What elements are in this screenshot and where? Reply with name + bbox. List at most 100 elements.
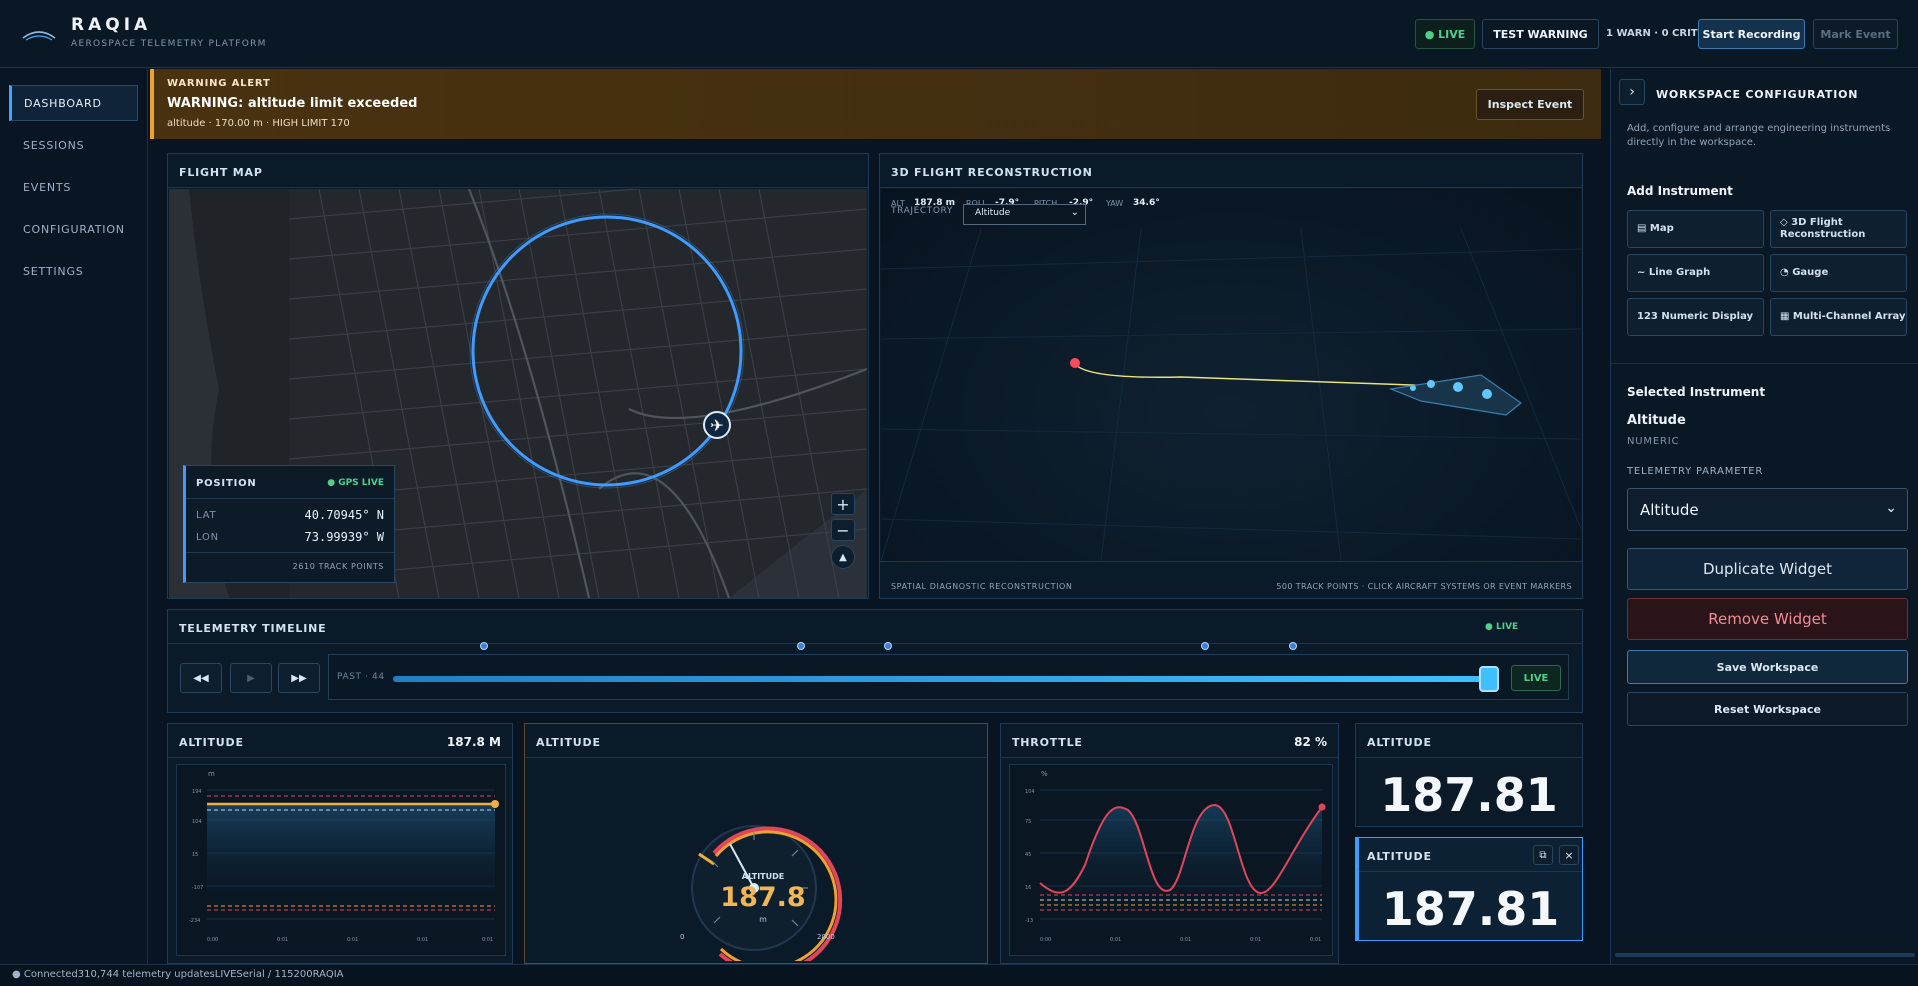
zoom-in-button[interactable]: +: [831, 493, 855, 515]
panel-scrollbar[interactable]: [1615, 953, 1915, 957]
chevron-down-icon: ⌄: [1070, 207, 1079, 218]
lon-value: 73.99939° W: [304, 530, 384, 544]
sidebar-item-sessions[interactable]: SESSIONS: [9, 127, 138, 163]
svg-text:-107: -107: [192, 885, 203, 891]
svg-text:0:00: 0:00: [1040, 937, 1051, 943]
altitude-chart-value: 187.8 M: [446, 735, 501, 749]
app-subtitle: AEROSPACE TELEMETRY PLATFORM: [71, 39, 267, 49]
throttle-chart-widget: THROTTLE 82 % 104 75 45 16 -13 0:00 0:01 0:01 0:…: [1000, 723, 1339, 964]
numeric-widget-2-selected[interactable]: ALTITUDE ⧉ × 187.81: [1355, 837, 1583, 941]
svg-text:0:01: 0:01: [277, 937, 288, 943]
gauge-value: 187.8: [720, 882, 806, 913]
yaw-label: YAW: [1106, 199, 1124, 208]
collapse-panel-button[interactable]: ›: [1619, 79, 1645, 105]
svg-text:0:01: 0:01: [417, 937, 428, 943]
gauge-max: 2000: [817, 933, 835, 941]
timeline-scrubber-handle[interactable]: [1479, 666, 1499, 692]
add-line-graph-button[interactable]: ~ Line Graph: [1627, 254, 1764, 292]
timeline-title: TELEMETRY TIMELINE: [168, 610, 1582, 644]
gauge-unit: m: [759, 915, 767, 924]
telemetry-parameter-select[interactable]: Altitude ⌄: [1627, 488, 1908, 531]
gauge-title: ALTITUDE: [525, 724, 987, 758]
timeline-track[interactable]: [393, 676, 1489, 682]
lon-label: LON: [196, 532, 219, 543]
compass-icon[interactable]: ▲: [831, 545, 855, 569]
sidebar-item-dashboard[interactable]: DASHBOARD: [9, 85, 138, 121]
throttle-chart-unit: %: [1041, 770, 1048, 778]
svg-text:104: 104: [192, 819, 202, 825]
duplicate-icon[interactable]: ⧉: [1533, 845, 1553, 865]
forward-button[interactable]: ▶▶: [278, 663, 320, 693]
reconstruction-canvas[interactable]: [880, 189, 1582, 562]
altitude-gauge-widget: ALTITUDE ALTITUDE 187.8 m 0 2000: [524, 723, 988, 964]
flight-map-title: FLIGHT MAP: [168, 154, 868, 188]
add-multi-channel-array-button[interactable]: ▦ Multi-Channel Array: [1770, 298, 1907, 336]
close-icon[interactable]: ×: [1559, 845, 1579, 865]
selected-instrument-heading: Selected Instrument: [1627, 385, 1766, 399]
numeric-widget-1[interactable]: ALTITUDE 187.81: [1355, 723, 1583, 827]
warn-summary: 1 WARN · 0 CRIT: [1606, 28, 1698, 39]
top-bar: RAQIA AEROSPACE TELEMETRY PLATFORM ● LIV…: [0, 0, 1918, 68]
aircraft-marker-icon[interactable]: ✈: [703, 411, 731, 439]
jump-live-button[interactable]: LIVE: [1511, 665, 1561, 691]
flight-map-panel: FLIGHT MAP ✈ POSITION ● GPS LIVE LAT 40.…: [167, 153, 869, 599]
add-numeric-display-button[interactable]: 123 Numeric Display: [1627, 298, 1764, 336]
trajectory-graphic: [880, 228, 1582, 562]
timeline-event-marker[interactable]: [479, 642, 488, 650]
add-3d-reconstruction-button[interactable]: ◇ 3D Flight Reconstruction: [1770, 210, 1907, 248]
numeric-1-title: ALTITUDE: [1356, 724, 1582, 758]
alert-kicker: WARNING ALERT: [167, 78, 271, 89]
config-description: Add, configure and arrange engineering i…: [1627, 123, 1891, 148]
sidebar-item-settings[interactable]: SETTINGS: [9, 253, 138, 289]
add-map-button[interactable]: ▤ Map: [1627, 210, 1764, 248]
altitude-chart-widget: ALTITUDE 187.8 M 194 104 15 -107 -234 0:00 0:0…: [167, 723, 513, 964]
trajectory-select-value: Altitude: [975, 208, 1011, 218]
duplicate-widget-button[interactable]: Duplicate Widget: [1627, 548, 1908, 590]
map-canvas[interactable]: ✈ POSITION ● GPS LIVE LAT 40.70945° N LO…: [169, 189, 867, 598]
trajectory-select[interactable]: Altitude ⌄: [963, 204, 1086, 225]
svg-text:194: 194: [192, 789, 202, 795]
save-workspace-button[interactable]: Save Workspace: [1627, 650, 1908, 684]
sidebar-item-configuration[interactable]: CONFIGURATION: [9, 211, 138, 247]
svg-text:-234: -234: [189, 918, 200, 924]
mark-event-button[interactable]: Mark Event: [1813, 19, 1898, 49]
lat-label: LAT: [196, 510, 217, 521]
gauge-label: ALTITUDE: [741, 872, 785, 881]
svg-text:0:01: 0:01: [1180, 937, 1191, 943]
reconstruction-title: 3D FLIGHT RECONSTRUCTION: [880, 154, 1582, 188]
timeline-event-marker[interactable]: [796, 642, 805, 650]
start-recording-button[interactable]: Start Recording: [1698, 19, 1805, 49]
play-button[interactable]: ▶: [230, 663, 272, 693]
timeline-progress-fill: [393, 676, 1489, 682]
svg-text:0:01: 0:01: [1310, 937, 1321, 943]
altitude-chart-unit: m: [208, 770, 215, 778]
throttle-title: THROTTLE: [1001, 724, 1338, 758]
inspect-event-button[interactable]: Inspect Event: [1476, 89, 1584, 120]
telemetry-parameter-value: Altitude: [1640, 501, 1699, 519]
throttle-line-chart: 104 75 45 16 -13 0:00 0:01 0:01 0:01 0:01 %: [1009, 764, 1333, 956]
gauge-min: 0: [680, 933, 685, 941]
altitude-line-chart: 194 104 15 -107 -234 0:00 0:01 0:01 0:01 0:01 m: [176, 764, 506, 956]
zoom-out-button[interactable]: −: [831, 519, 855, 541]
timeline-event-marker[interactable]: [1288, 642, 1297, 650]
reconstruction-footer-right: 500 TRACK POINTS · CLICK AIRCRAFT SYSTEM…: [1276, 582, 1572, 591]
warning-alert-banner: WARNING ALERT WARNING: altitude limit ex…: [150, 69, 1601, 139]
svg-text:0:01: 0:01: [347, 937, 358, 943]
logo-icon: [22, 31, 56, 41]
numeric-1-value: 187.81: [1380, 768, 1558, 822]
gauge-dial: [691, 825, 843, 961]
test-warning-button[interactable]: TEST WARNING: [1482, 19, 1599, 49]
gps-status-badge: ● GPS LIVE: [327, 478, 384, 488]
timeline-event-marker[interactable]: [1201, 642, 1210, 650]
remove-widget-button[interactable]: Remove Widget: [1627, 598, 1908, 640]
svg-text:15: 15: [192, 852, 198, 858]
timeline-event-marker[interactable]: [884, 642, 893, 650]
svg-text:0:01: 0:01: [1250, 937, 1261, 943]
rewind-button[interactable]: ◀◀: [180, 663, 222, 693]
telemetry-parameter-label: TELEMETRY PARAMETER: [1627, 466, 1764, 477]
reset-workspace-button[interactable]: Reset Workspace: [1627, 692, 1908, 726]
add-gauge-button[interactable]: ◔ Gauge: [1770, 254, 1907, 292]
alert-title: WARNING: altitude limit exceeded: [167, 96, 418, 111]
sidebar-item-events[interactable]: EVENTS: [9, 169, 138, 205]
chevron-down-icon: ⌄: [1885, 500, 1897, 516]
